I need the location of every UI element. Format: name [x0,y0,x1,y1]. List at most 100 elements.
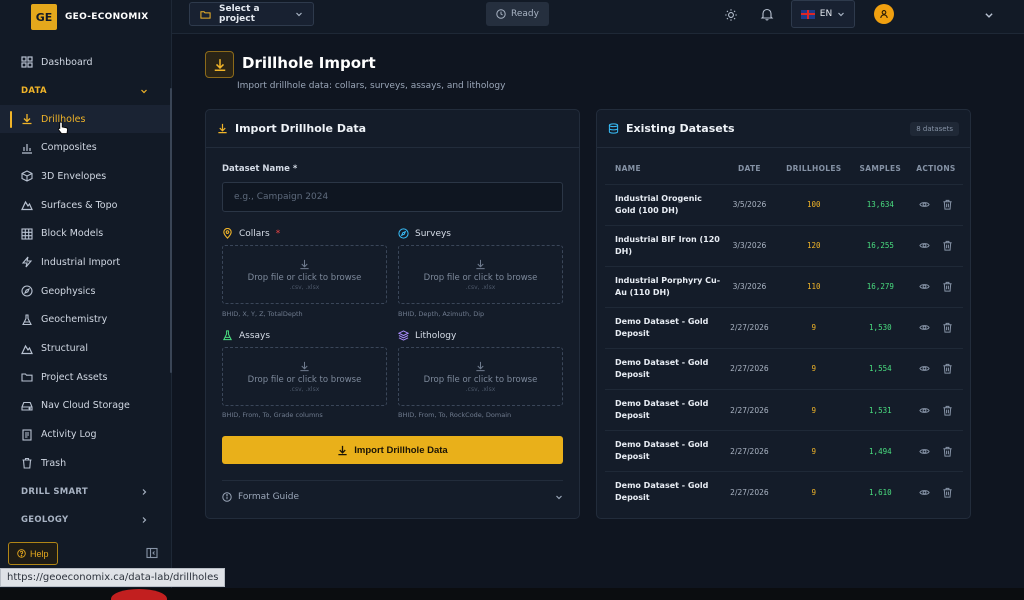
brand[interactable]: GE GEO-ECONOMIX [0,0,172,34]
bar-chart-icon [21,142,33,154]
dataset-date: 3/5/2026 [723,183,776,226]
chevron-down-icon[interactable] [984,10,994,20]
dataset-drillholes: 9 [775,430,852,472]
dataset-samples: 16,279 [851,265,909,308]
table-row[interactable]: Demo Dataset - Gold Deposit 2/27/2026 9 1,5… [605,347,963,390]
collars-dropzone[interactable]: Drop file or click to browse .csv, .xlsx [222,245,387,304]
dataset-name: Industrial Porphyry Cu-Au (110 DH) [605,265,723,308]
table-row[interactable]: Industrial Orogenic Gold (100 DH) 3/5/202… [605,183,963,226]
sidebar-group-drill-smart[interactable]: DRILL SMART [0,478,170,506]
format-guide-label: Format Guide [238,491,300,502]
sidebar-collapse-icon[interactable] [146,547,158,559]
trash-icon[interactable] [942,322,953,333]
sidebar-group-data[interactable]: DATA [0,77,170,105]
table-row[interactable]: Demo Dataset - Gold Deposit 2/27/2026 9 1,4… [605,430,963,472]
eye-icon[interactable] [919,363,930,374]
trash-icon [21,457,33,469]
lithology-dropzone[interactable]: Drop file or click to browse .csv, .xlsx [398,347,563,406]
table-row[interactable]: Demo Dataset - Gold Deposit 2/27/2026 9 1,5… [605,388,963,431]
surveys-hint: BHID, Depth, Azimuth, Dip [398,310,485,318]
table-row[interactable]: Industrial BIF Iron (120 DH) 3/3/2026 120 1… [605,224,963,267]
sidebar-item-structural[interactable]: Structural [0,334,170,363]
column-header-samples: SAMPLES [859,164,902,174]
help-button[interactable]: Help [8,542,58,565]
language-select[interactable]: EN [791,0,855,28]
compass-icon [21,285,33,297]
trash-icon[interactable] [942,446,953,457]
datasets-card-header: Existing Datasets 8 datasets [597,110,970,148]
mountain-icon [21,343,33,355]
trash-icon[interactable] [942,363,953,375]
table-row[interactable]: Demo Dataset - Gold Deposit 2/27/2026 9 1,5… [605,306,963,349]
sidebar-item-surfaces-topo[interactable]: Surfaces & Topo [0,191,170,220]
column-header-name: NAME [615,164,641,174]
dataset-name-input[interactable] [222,182,563,212]
assays-dropzone[interactable]: Drop file or click to browse .csv, .xlsx [222,347,387,406]
sidebar-item-composites[interactable]: Composites [0,133,170,162]
eye-icon[interactable] [919,240,930,251]
sidebar-item-geophysics[interactable]: Geophysics [0,277,170,306]
trash-icon[interactable] [942,405,953,416]
dataset-actions [908,306,963,349]
trash-icon[interactable] [942,199,953,210]
sidebar-item-3d-envelopes[interactable]: 3D Envelopes [0,162,170,191]
theme-toggle-icon[interactable] [724,8,738,22]
dataset-samples: 1,494 [851,430,909,472]
sidebar-group-label: DRILL SMART [21,486,88,497]
dataset-drillholes: 9 [775,306,852,349]
sidebar-item-geochemistry[interactable]: Geochemistry [0,306,170,335]
sidebar-item-drillholes[interactable]: Drillholes [0,104,170,134]
trash-icon[interactable] [942,240,953,251]
sidebar-item-industrial-import[interactable]: Industrial Import [0,248,170,277]
eye-icon[interactable] [919,281,930,292]
sidebar-item-dashboard[interactable]: Dashboard [0,48,170,77]
datasets-table-body: Industrial Orogenic Gold (100 DH) 3/5/202… [605,183,963,513]
lithology-hint: BHID, From, To, RockCode, Domain [398,411,512,419]
sidebar-group-geology[interactable]: GEOLOGY [0,506,170,534]
eye-icon[interactable] [919,199,930,210]
eye-icon[interactable] [919,446,930,457]
dataset-name: Industrial BIF Iron (120 DH) [605,224,723,267]
sidebar-group-label: DATA [21,85,47,96]
language-label: EN [819,9,833,19]
format-guide-toggle[interactable]: Format Guide [222,480,563,512]
sidebar-item-label: Industrial Import [41,256,121,268]
user-avatar[interactable] [874,4,894,24]
sidebar-item-trash[interactable]: Trash [0,449,170,478]
sidebar-nav: Dashboard DATA Drillholes Composites 3D … [0,48,170,534]
download-icon [299,259,310,270]
eye-icon[interactable] [919,405,930,416]
dataset-drillholes: 9 [775,388,852,431]
download-icon [337,445,348,456]
eye-icon[interactable] [919,487,930,498]
dataset-samples: 13,634 [851,183,909,226]
sidebar-item-block-models[interactable]: Block Models [0,219,170,248]
table-row[interactable]: Industrial Porphyry Cu-Au (110 DH) 3/3/20… [605,265,963,308]
trash-icon[interactable] [942,281,953,292]
trash-icon[interactable] [942,487,953,498]
datasets-card: Existing Datasets 8 datasets NAME DATE D… [596,109,971,519]
sidebar-item-project-assets[interactable]: Project Assets [0,363,170,392]
brand-logo: GE [31,4,57,30]
sidebar-group-label: GEOLOGY [21,514,69,525]
download-icon [475,259,486,270]
dataset-name: Industrial Orogenic Gold (100 DH) [605,183,723,226]
dataset-actions [908,265,963,308]
eye-icon[interactable] [919,322,930,333]
dataset-date: 2/27/2026 [723,430,776,472]
dataset-drillholes: 100 [775,183,852,226]
dataset-name: Demo Dataset - Gold Deposit [605,430,723,472]
dataset-actions [908,347,963,390]
sidebar-item-label: Trash [41,457,67,469]
download-icon [217,123,228,134]
dataset-samples: 16,255 [851,224,909,267]
import-drillhole-button[interactable]: Import Drillhole Data [222,436,563,464]
surveys-dropzone[interactable]: Drop file or click to browse .csv, .xlsx [398,245,563,304]
sidebar-item-activity-log[interactable]: Activity Log [0,420,170,449]
table-row[interactable]: Demo Dataset - Gold Deposit 2/27/2026 9 1,6… [605,471,963,513]
bell-icon[interactable] [760,7,774,21]
dataset-samples: 1,610 [851,471,909,513]
project-select[interactable]: Select a project [189,2,314,26]
sidebar-item-nav-cloud-storage[interactable]: Nav Cloud Storage [0,392,170,421]
sidebar-item-label: Composites [41,142,97,154]
